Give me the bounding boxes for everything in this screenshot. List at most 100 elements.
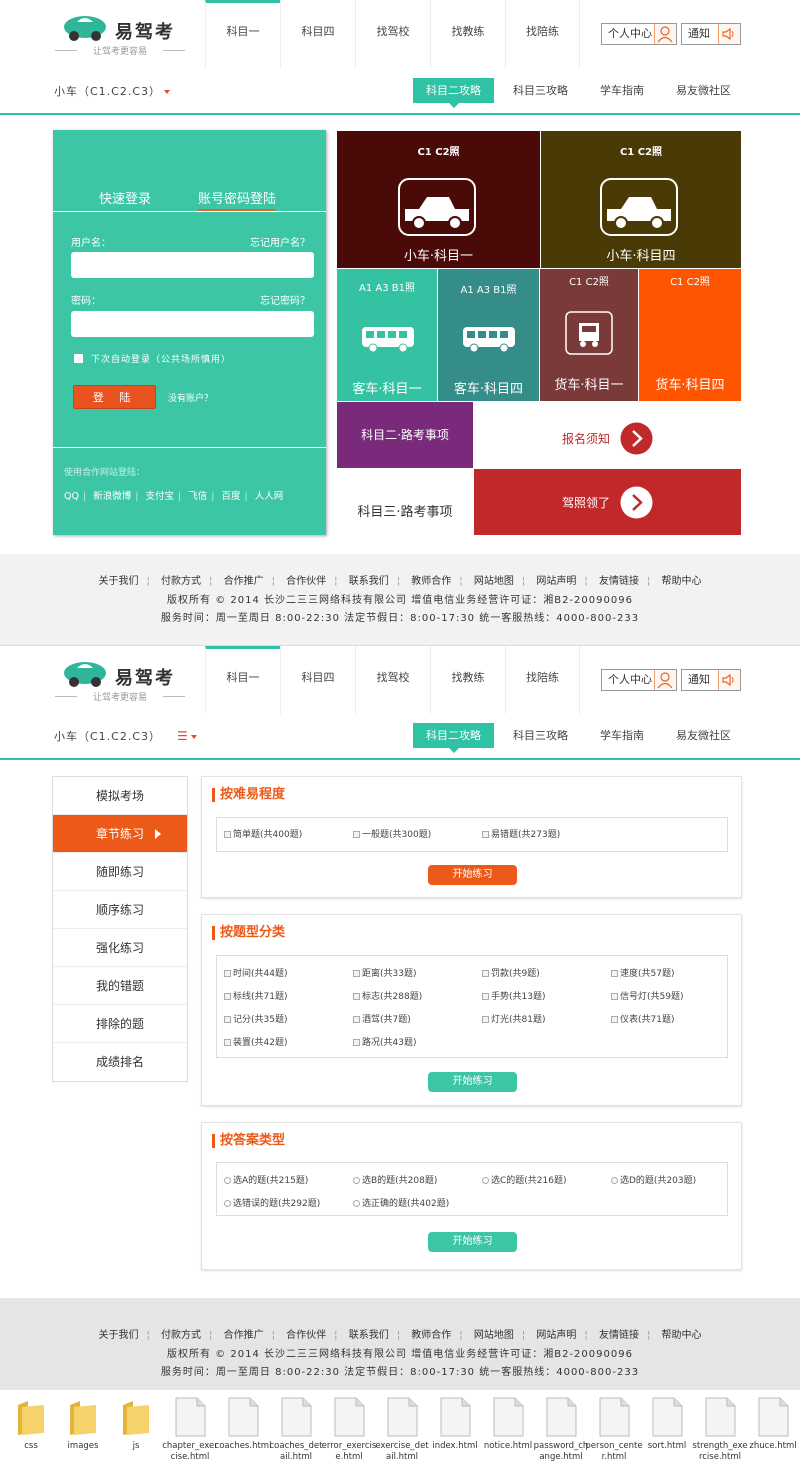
footer-link-promo[interactable]: 合作推广 — [224, 576, 264, 587]
no-account-link[interactable]: 没有账户？ — [168, 391, 213, 404]
user-center-button[interactable]: 个人中心 — [601, 23, 677, 45]
nav-item-kemu1[interactable]: 科目一 — [205, 0, 280, 69]
side-item-chapter-practice[interactable]: 章节练习 — [53, 815, 187, 853]
option-answer-a[interactable]: 选A的题(共215题) — [224, 1173, 308, 1186]
footer-link-statement[interactable]: 网站声明 — [536, 576, 576, 587]
footer-link-about[interactable]: 关于我们 — [98, 576, 138, 587]
checkbox[interactable] — [224, 1016, 231, 1023]
footer-link-partners[interactable]: 合作伙伴 — [286, 1330, 326, 1341]
menu-icon[interactable]: ☰ — [177, 729, 197, 743]
tab-kemu3-guide[interactable]: 科目三攻略 — [500, 78, 581, 103]
tile-truck-kemu1[interactable]: C1 C2照 货车·科目一 — [540, 269, 638, 401]
remember-checkbox[interactable] — [73, 353, 84, 364]
forgot-username-link[interactable]: 忘记用户名？ — [250, 234, 310, 249]
forgot-password-link[interactable]: 忘记密码？ — [260, 292, 310, 307]
checkbox[interactable] — [482, 1016, 489, 1023]
option-answer-wrong[interactable]: 选错误的题(共292题) — [224, 1196, 320, 1209]
footer-link-friends[interactable]: 友情链接 — [599, 576, 639, 587]
option-drunk-driving[interactable]: 酒驾(共7题) — [353, 1012, 411, 1025]
nav-item-kemu1[interactable]: 科目一 — [205, 646, 280, 715]
notify-button[interactable]: 通知 — [681, 669, 741, 691]
option-distance[interactable]: 距离(共33题) — [353, 966, 416, 979]
footer-link-sitemap[interactable]: 网站地图 — [474, 1330, 514, 1341]
tab-kemu2-guide[interactable]: 科目二攻略 — [413, 723, 494, 753]
side-item-score-ranking[interactable]: 成绩排名 — [53, 1043, 187, 1081]
footer-link-payment[interactable]: 付款方式 — [161, 576, 201, 587]
checkbox[interactable] — [224, 831, 231, 838]
checkbox[interactable] — [224, 970, 231, 977]
footer-link-promo[interactable]: 合作推广 — [224, 1330, 264, 1341]
option-gesture[interactable]: 手势(共13题) — [482, 989, 545, 1002]
option-normal[interactable]: 一般题(共300题) — [353, 827, 431, 840]
option-device[interactable]: 装置(共42题) — [224, 1035, 287, 1048]
tab-kemu3-guide[interactable]: 科目三攻略 — [500, 723, 581, 748]
partner-weibo[interactable]: 新浪微博 — [93, 491, 131, 502]
car-type-select[interactable]: 小车（C1.C2.C3） — [54, 728, 161, 744]
nav-item-find-coach[interactable]: 找教练 — [430, 0, 505, 69]
option-signal-light[interactable]: 信号灯(共59题) — [611, 989, 683, 1002]
tile-bus-kemu1[interactable]: A1 A3 B1照 客车·科目一 — [337, 269, 437, 401]
checkbox[interactable] — [611, 993, 618, 1000]
tile-truck-kemu4[interactable]: C1 C2照 货车·科目四 — [639, 269, 741, 401]
checkbox[interactable] — [353, 1016, 360, 1023]
radio[interactable] — [611, 1177, 618, 1184]
option-answer-b[interactable]: 选B的题(共208题) — [353, 1173, 437, 1186]
footer-link-statement[interactable]: 网站声明 — [536, 1330, 576, 1341]
partner-renren[interactable]: 人人网 — [255, 491, 284, 502]
option-lights[interactable]: 灯光(共81题) — [482, 1012, 545, 1025]
logo[interactable]: 易驾考 让驾考更容易 — [55, 656, 190, 706]
partner-qq[interactable]: QQ — [64, 491, 79, 502]
side-item-random-practice[interactable]: 随即练习 — [53, 853, 187, 891]
tile-bus-kemu4[interactable]: A1 A3 B1照 客车·科目四 — [438, 269, 539, 401]
checkbox[interactable] — [353, 831, 360, 838]
tab-kemu2-guide[interactable]: 科目二攻略 — [413, 78, 494, 108]
nav-item-find-school[interactable]: 找驾校 — [355, 0, 430, 69]
side-item-my-mistakes[interactable]: 我的错题 — [53, 967, 187, 1005]
option-easy[interactable]: 简单题(共400题) — [224, 827, 302, 840]
tile-registration-notice[interactable]: 报名须知 — [474, 402, 741, 468]
checkbox[interactable] — [482, 970, 489, 977]
user-center-button[interactable]: 个人中心 — [601, 669, 677, 691]
login-button[interactable]: 登 陆 — [73, 385, 156, 409]
option-instrument[interactable]: 仪表(共71题) — [611, 1012, 674, 1025]
footer-link-teacher[interactable]: 教师合作 — [411, 1330, 451, 1341]
footer-link-sitemap[interactable]: 网站地图 — [474, 576, 514, 587]
footer-link-contact[interactable]: 联系我们 — [349, 576, 389, 587]
side-item-sequential-practice[interactable]: 顺序练习 — [53, 891, 187, 929]
tab-learning-guide[interactable]: 学车指南 — [587, 723, 657, 748]
radio[interactable] — [224, 1177, 231, 1184]
tile-license-received[interactable]: 驾照领了 — [474, 469, 741, 535]
tile-car-kemu4[interactable]: C1 C2照 小车·科目四 — [541, 131, 741, 268]
checkbox[interactable] — [353, 970, 360, 977]
radio[interactable] — [353, 1177, 360, 1184]
option-sign[interactable]: 标志(共288题) — [353, 989, 422, 1002]
tab-community[interactable]: 易友微社区 — [663, 723, 744, 748]
radio[interactable] — [224, 1200, 231, 1207]
footer-link-teacher[interactable]: 教师合作 — [411, 576, 451, 587]
side-item-mock-exam[interactable]: 模拟考场 — [53, 777, 187, 815]
tab-quick-login[interactable]: 快速登录 — [99, 188, 151, 207]
start-practice-button[interactable]: 开始练习 — [428, 1232, 517, 1252]
partner-baidu[interactable]: 百度 — [221, 491, 240, 502]
radio[interactable] — [482, 1177, 489, 1184]
tab-community[interactable]: 易友微社区 — [663, 78, 744, 103]
nav-item-find-escort[interactable]: 找陪练 — [505, 0, 580, 69]
notify-button[interactable]: 通知 — [681, 23, 741, 45]
footer-link-help[interactable]: 帮助中心 — [662, 1330, 702, 1341]
tile-kemu2-road-test[interactable]: 科目二·路考事项 — [337, 402, 473, 468]
password-input[interactable] — [71, 311, 314, 337]
option-speed[interactable]: 速度(共57题) — [611, 966, 674, 979]
footer-link-partners[interactable]: 合作伙伴 — [286, 576, 326, 587]
nav-item-find-school[interactable]: 找驾校 — [355, 646, 430, 715]
option-answer-d[interactable]: 选D的题(共203题) — [611, 1173, 696, 1186]
checkbox[interactable] — [224, 1039, 231, 1046]
checkbox[interactable] — [611, 1016, 618, 1023]
start-practice-button[interactable]: 开始练习 — [428, 1072, 517, 1092]
footer-link-about[interactable]: 关于我们 — [98, 1330, 138, 1341]
option-fine[interactable]: 罚款(共9题) — [482, 966, 540, 979]
option-points[interactable]: 记分(共35题) — [224, 1012, 287, 1025]
username-input[interactable] — [71, 252, 314, 278]
footer-link-contact[interactable]: 联系我们 — [349, 1330, 389, 1341]
side-item-intensive-practice[interactable]: 强化练习 — [53, 929, 187, 967]
option-time[interactable]: 时间(共44题) — [224, 966, 287, 979]
